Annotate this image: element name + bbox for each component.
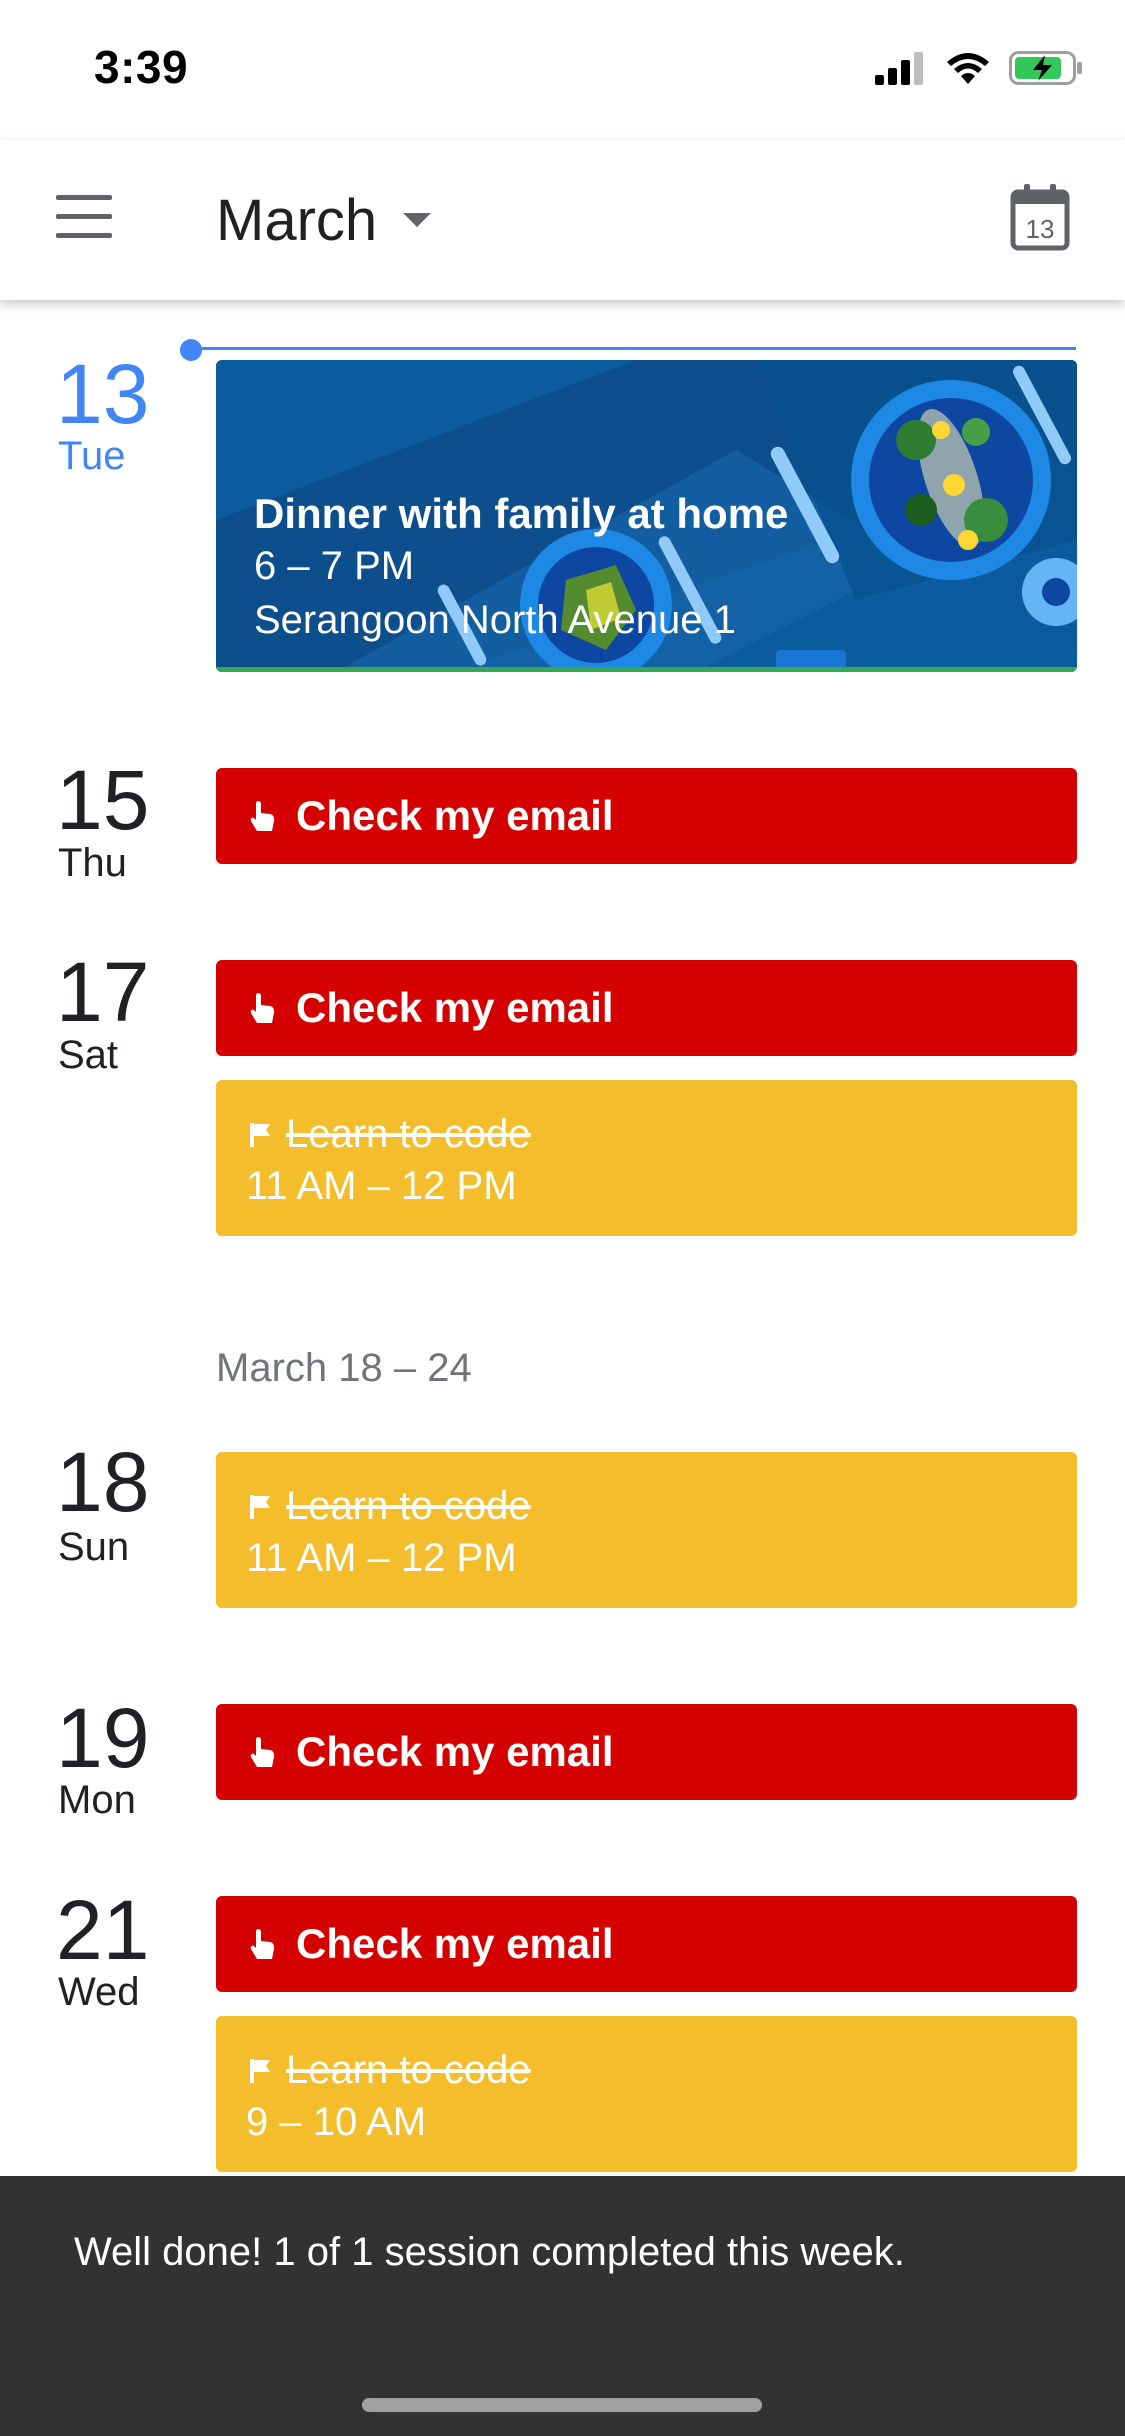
day-number[interactable]: 18 <box>56 1440 149 1524</box>
event-location: Serangoon North Avenue 1 <box>254 598 736 642</box>
event-time: 6 – 7 PM <box>254 544 415 588</box>
event-card-check-email[interactable]: Check my email <box>216 768 1077 864</box>
event-title: Check my email <box>296 984 614 1031</box>
app-bar: March 13 <box>0 140 1125 300</box>
status-time: 3:39 <box>94 41 189 93</box>
hand-tap-icon <box>250 993 275 1023</box>
day-number[interactable]: 19 <box>56 1696 149 1780</box>
dropdown-caret-icon <box>403 213 432 227</box>
hand-tap-icon <box>250 801 275 831</box>
event-title: Learn to code <box>286 1484 531 1528</box>
event-card-dinner[interactable]: Dinner with family at home 6 – 7 PM Sera… <box>216 360 1077 672</box>
wifi-icon <box>947 53 989 84</box>
event-title: Check my email <box>296 1728 614 1775</box>
calendar-today-icon: 13 <box>1010 184 1070 251</box>
day-name: Thu <box>58 841 127 885</box>
snackbar-message: Well done! 1 of 1 session completed this… <box>74 2230 905 2274</box>
event-card-learn-to-code[interactable]: Learn to code 9 – 10 AM <box>216 2016 1077 2172</box>
event-time: 9 – 10 AM <box>246 2100 427 2144</box>
today-badge-number: 13 <box>1026 214 1055 244</box>
event-time: 11 AM – 12 PM <box>246 1536 517 1580</box>
today-button[interactable]: 13 <box>1010 182 1070 252</box>
event-title: Check my email <box>296 1920 614 1967</box>
flag-icon <box>250 1494 270 1519</box>
battery-charging-icon <box>1009 51 1082 85</box>
day-name: Tue <box>58 434 126 478</box>
menu-icon[interactable] <box>56 195 112 239</box>
day-name: Sun <box>58 1525 130 1569</box>
day-name: Wed <box>58 1970 140 2014</box>
event-accent-bar <box>216 667 1077 672</box>
event-card-check-email[interactable]: Check my email <box>216 1704 1077 1800</box>
event-card-check-email[interactable]: Check my email <box>216 960 1077 1056</box>
event-title: Learn to code <box>286 2048 531 2092</box>
month-label: March <box>216 187 378 253</box>
day-number[interactable]: 21 <box>56 1888 149 1972</box>
event-card-learn-to-code[interactable]: Learn to code 11 AM – 12 PM <box>216 1452 1077 1608</box>
event-time: 11 AM – 12 PM <box>246 1164 517 1208</box>
status-bar: 3:39 <box>0 0 1125 140</box>
day-number[interactable]: 15 <box>56 758 149 842</box>
day-number[interactable]: 13 <box>56 352 149 436</box>
home-indicator[interactable] <box>362 2398 762 2412</box>
current-time-line <box>190 347 1076 350</box>
status-icons <box>875 48 1083 88</box>
event-card-check-email[interactable]: Check my email <box>216 1896 1077 1992</box>
day-name: Sat <box>58 1033 119 1077</box>
event-card-learn-to-code[interactable]: Learn to code 11 AM – 12 PM <box>216 1080 1077 1236</box>
event-title: Check my email <box>296 792 614 839</box>
current-time-dot <box>180 339 202 361</box>
snackbar: Well done! 1 of 1 session completed this… <box>0 2176 1125 2436</box>
hand-tap-icon <box>250 1737 275 1767</box>
day-number[interactable]: 17 <box>56 950 149 1034</box>
day-name: Mon <box>58 1778 136 1822</box>
event-title: Dinner with family at home <box>254 490 789 537</box>
flag-icon <box>250 1122 270 1147</box>
month-selector[interactable]: March <box>216 180 432 260</box>
event-title: Learn to code <box>286 1112 531 1156</box>
hand-tap-icon <box>250 1929 275 1959</box>
flag-icon <box>250 2058 270 2083</box>
week-range-label: March 18 – 24 <box>216 1346 472 1390</box>
cellular-signal-icon <box>875 52 923 85</box>
